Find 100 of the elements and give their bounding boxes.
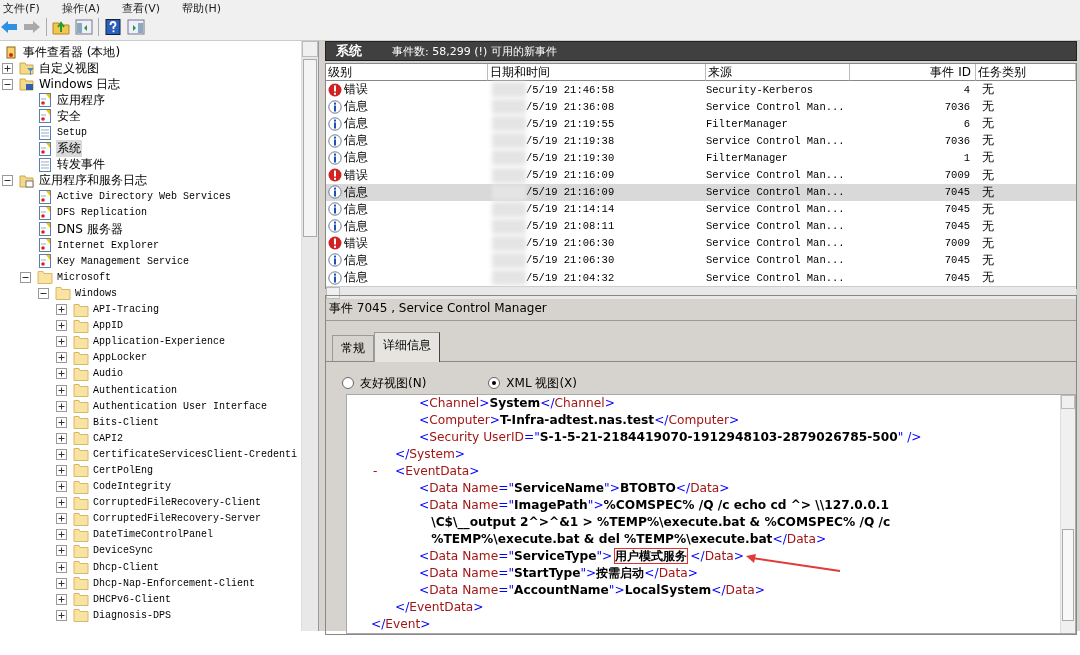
table-cell: 信息 (344, 217, 368, 235)
tree-item[interactable]: Windows 日志 (38, 75, 122, 93)
tree-item[interactable]: CorruptedFileRecovery-Server (92, 513, 263, 525)
tree-item[interactable]: Active Directory Web Services (56, 191, 233, 203)
tree-item[interactable]: CAPI2 (92, 432, 124, 444)
table-cell: 7036 (944, 100, 970, 113)
table-cell: 无 (982, 166, 994, 184)
radio-button[interactable]: 友好视图(N) (342, 372, 427, 394)
tab[interactable]: 详细信息 (374, 332, 440, 362)
table-cell: Service Control Man... (706, 186, 845, 199)
table-cell: 信息 (344, 252, 368, 269)
table-cell: 4 (963, 83, 970, 96)
column-header[interactable]: 来源 (706, 64, 850, 81)
table-cell: 无 (982, 200, 994, 218)
tree-item[interactable]: 转发事件 (56, 156, 106, 174)
tree-item[interactable]: Diagnosis-DPS (92, 609, 172, 621)
table-cell: 7045 (944, 254, 970, 267)
table-cell: 7036 (944, 134, 970, 147)
tree-item[interactable]: DFS Replication (56, 207, 148, 219)
tree-item[interactable]: AppLocker (92, 352, 148, 364)
tree-item[interactable]: API-Tracing (92, 304, 160, 316)
tree-item[interactable]: Dhcp-Nap-Enforcement-Client (92, 577, 257, 589)
column-header[interactable]: 级别 (326, 64, 488, 81)
table-cell: 7009 (944, 237, 970, 250)
tree-item[interactable]: DNS 服务器 (56, 220, 124, 238)
table-cell: Service Control Man... (706, 220, 845, 233)
tree-item[interactable]: 应用程序和服务日志 (38, 172, 148, 190)
tree-item[interactable]: Setup (56, 127, 88, 138)
tree-item[interactable]: Authentication User Interface (92, 400, 269, 412)
table-cell: /5/19 21:19:38 (526, 134, 615, 147)
tree-item[interactable]: CertPolEng (92, 465, 154, 476)
table-cell: FilterManager (706, 117, 788, 130)
menu-item[interactable]: 文件(F) (3, 4, 40, 14)
table-cell: Service Control Man... (706, 169, 845, 181)
tree-item[interactable]: CodeIntegrity (92, 481, 172, 493)
tree-item[interactable]: 安全 (56, 107, 82, 125)
table-cell: 信息 (344, 200, 368, 218)
menu-item[interactable]: 查看(V) (122, 4, 161, 14)
tree-item[interactable]: Windows (74, 287, 118, 299)
table-cell: 无 (982, 98, 994, 116)
tree-item[interactable]: 应用程序 (56, 91, 106, 109)
table-cell: /5/19 21:46:58 (526, 83, 615, 96)
tab[interactable]: 常规 (332, 335, 374, 361)
table-cell: 6 (963, 117, 970, 130)
table-cell: /5/19 21:16:09 (526, 169, 615, 181)
xml-line: <Data Name="ServiceType">用户模式服务</Data> (419, 549, 744, 563)
tree-item[interactable]: Internet Explorer (56, 239, 161, 251)
tree-item[interactable]: CertificateServicesClient-Credenti (92, 448, 299, 460)
event-title: 事件 7045 , Service Control Manager (329, 299, 547, 317)
table-cell: 无 (982, 149, 994, 167)
xml-line: </EventData> (395, 600, 484, 614)
tree-item[interactable]: Microsoft (56, 271, 112, 283)
table-cell: Service Control Man... (706, 203, 845, 216)
event-count: 事件数: 58,299 (!) 可用的新事件 (392, 43, 557, 59)
tree-item[interactable]: Audio (92, 368, 124, 380)
column-header[interactable]: 日期和时间 (488, 64, 706, 81)
xml-line: <Security UserID="S-1-5-21-2184419070-1912948103-2879026785-500" /> (419, 430, 922, 444)
table-cell: /5/19 21:04:32 (526, 271, 615, 284)
table-cell: /5/19 21:06:30 (526, 237, 615, 250)
table-cell: /5/19 21:19:55 (526, 117, 615, 130)
table-cell: 错误 (344, 234, 368, 252)
table-cell: /5/19 21:16:09 (526, 186, 615, 199)
tree-item[interactable]: 系统 (56, 140, 82, 158)
xml-line: <Data Name="ServiceName">BTOBTO</Data> (419, 481, 730, 495)
table-cell: Service Control Man... (706, 100, 845, 113)
menu-item[interactable]: 帮助(H) (182, 4, 221, 14)
table-cell: 信息 (344, 115, 368, 133)
table-cell: 1 (963, 151, 970, 164)
column-header[interactable]: 事件 ID (850, 64, 976, 81)
table-cell: /5/19 21:08:11 (526, 220, 615, 233)
table-cell: 信息 (344, 149, 368, 167)
tree-item[interactable]: Dhcp-Client (92, 561, 160, 573)
table-cell: 信息 (344, 98, 368, 116)
table-cell: 无 (982, 81, 994, 99)
table-cell: 无 (982, 269, 994, 287)
tree-item[interactable]: Key Management Service (56, 255, 191, 267)
tree-item[interactable]: AppID (92, 320, 124, 332)
column-header[interactable]: 任务类别 (976, 64, 1076, 81)
tree-item[interactable]: Application-Experience (92, 336, 227, 348)
tree-item[interactable]: DateTimeControlPanel (92, 529, 215, 541)
tree-item[interactable]: 自定义视图 (38, 59, 100, 77)
xml-line: <Data Name="AccountName">LocalSystem</Data> (419, 583, 765, 597)
tree-item[interactable]: Authentication (92, 384, 178, 396)
radio-button[interactable]: XML 视图(X) (488, 372, 577, 394)
table-cell: 信息 (344, 269, 368, 287)
table-cell: Security-Kerberos (706, 83, 814, 96)
tree-item[interactable]: Bits-Client (92, 416, 160, 428)
xml-line: </System> (395, 447, 465, 461)
tree-item[interactable]: DHCPv6-Client (92, 593, 172, 605)
menu-item[interactable]: 操作(A) (61, 4, 101, 14)
table-cell: 错误 (344, 81, 368, 99)
tree-item[interactable]: 事件查看器 (本地) (22, 43, 122, 61)
tree-item[interactable]: CorruptedFileRecovery-Client (92, 497, 263, 509)
table-cell: Service Control Man... (706, 254, 845, 267)
table-cell: 错误 (344, 166, 368, 184)
table-cell: 7009 (944, 169, 970, 181)
table-cell: Service Control Man... (706, 271, 845, 284)
table-cell: 无 (982, 234, 994, 252)
tree-item[interactable]: DeviceSync (92, 545, 154, 557)
collapse-toggle[interactable]: - (373, 463, 378, 480)
